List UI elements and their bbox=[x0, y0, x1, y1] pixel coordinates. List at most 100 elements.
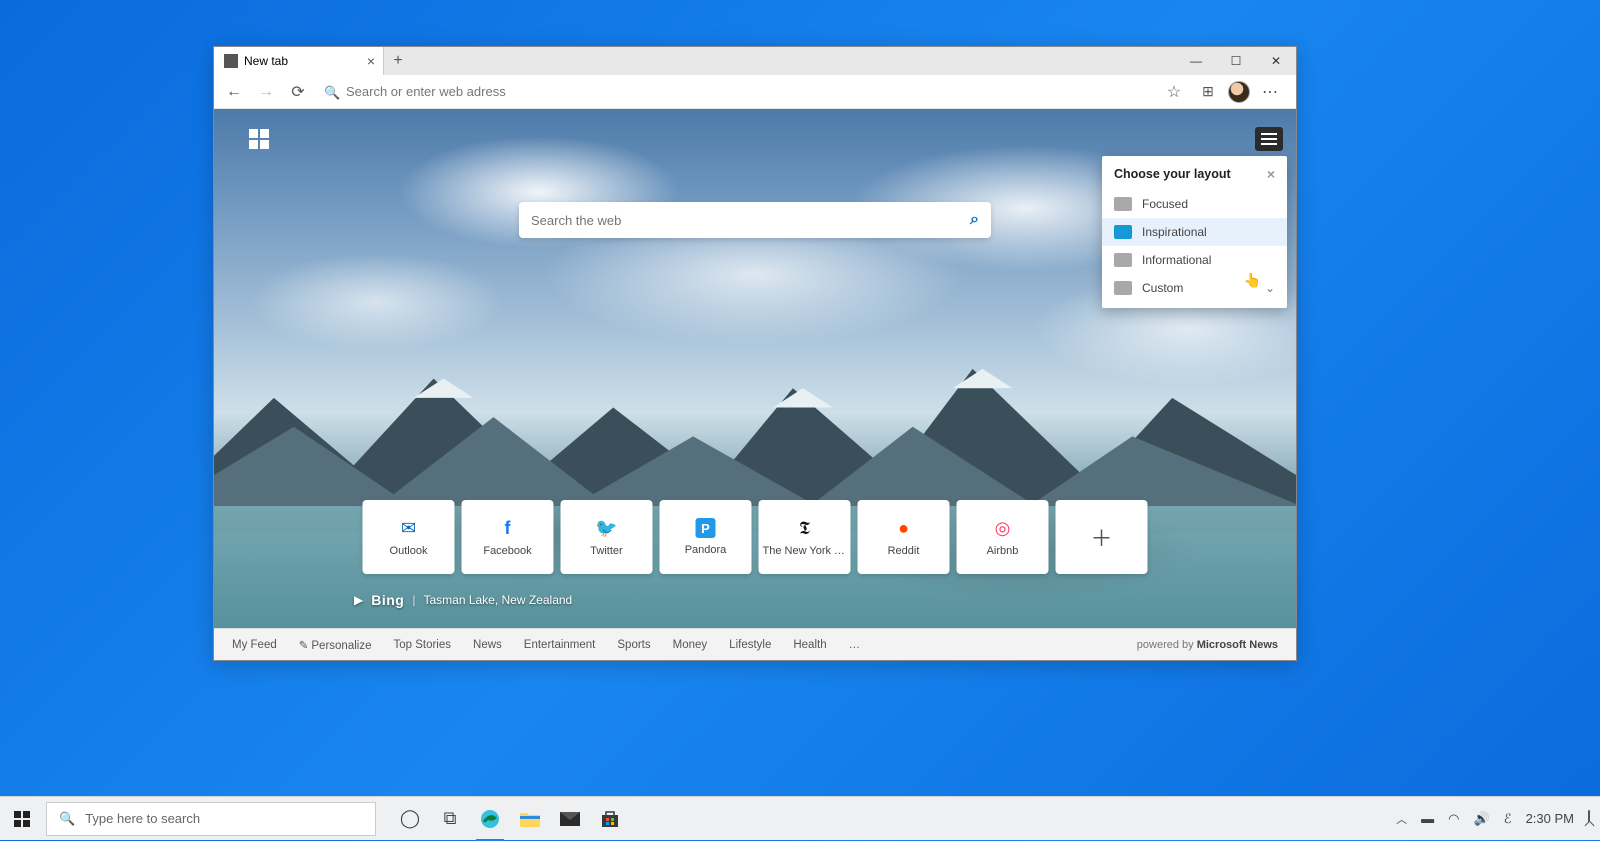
new-tab-button[interactable]: + bbox=[384, 47, 412, 75]
input-method-icon[interactable]: ℰ bbox=[1504, 811, 1512, 827]
clock[interactable]: 2:30 PM bbox=[1526, 811, 1574, 826]
tile-label: Airbnb bbox=[987, 545, 1019, 557]
outlook-icon: ✉ bbox=[398, 517, 420, 539]
tab-title: New tab bbox=[244, 54, 288, 68]
forward-button[interactable]: → bbox=[252, 78, 280, 106]
layout-option-inspirational[interactable]: Inspirational bbox=[1102, 218, 1287, 246]
page-settings-button[interactable] bbox=[1255, 127, 1283, 151]
feed-link-health[interactable]: Health bbox=[793, 639, 826, 651]
store-icon bbox=[601, 810, 619, 828]
mail-icon bbox=[560, 812, 580, 826]
windows-taskbar: 🔍 Type here to search ◯ ⧉ ︿ ▬ ◠ 🔊 ℰ 2:30… bbox=[0, 796, 1600, 840]
minimize-button[interactable]: — bbox=[1176, 47, 1216, 75]
feed-link-sports[interactable]: Sports bbox=[617, 639, 650, 651]
edge-icon bbox=[479, 808, 501, 830]
refresh-button[interactable]: ⟳ bbox=[284, 78, 312, 106]
feed-link-more[interactable]: … bbox=[849, 639, 861, 651]
wifi-icon[interactable]: ◠ bbox=[1448, 811, 1459, 827]
layout-flyout: Choose your layout × Focused Inspiration… bbox=[1102, 156, 1287, 308]
start-button[interactable] bbox=[0, 797, 44, 841]
layout-option-label: Focused bbox=[1142, 197, 1188, 211]
search-icon: 🔍 bbox=[59, 811, 75, 827]
taskbar-search-box[interactable]: 🔍 Type here to search bbox=[46, 802, 376, 836]
layout-inspirational-icon bbox=[1114, 225, 1132, 239]
tile-airbnb[interactable]: ◎ Airbnb bbox=[957, 500, 1049, 574]
tile-label: The New York Ti... bbox=[763, 545, 847, 557]
plus-icon: ＋ bbox=[1091, 526, 1113, 548]
feed-link-money[interactable]: Money bbox=[673, 639, 708, 651]
cortana-button[interactable]: ◯ bbox=[390, 797, 430, 841]
airbnb-icon: ◎ bbox=[992, 517, 1014, 539]
feed-link-lifestyle[interactable]: Lifestyle bbox=[729, 639, 771, 651]
volume-icon[interactable]: 🔊 bbox=[1474, 811, 1490, 827]
chevron-down-icon: ⌄ bbox=[1265, 281, 1275, 295]
bing-label: Bing bbox=[371, 592, 404, 608]
layout-informational-icon bbox=[1114, 253, 1132, 267]
tab-new[interactable]: New tab × bbox=[214, 47, 384, 75]
layout-flyout-title: Choose your layout bbox=[1114, 167, 1231, 181]
collections-button[interactable]: ⊞ bbox=[1194, 78, 1222, 106]
web-search-box[interactable]: ⌕ bbox=[519, 202, 991, 238]
taskbar-app-mail[interactable] bbox=[550, 797, 590, 841]
new-tab-content: ⌕ Choose your layout × Focused Inspirati… bbox=[214, 109, 1296, 660]
tile-label: Facebook bbox=[483, 545, 531, 557]
tile-outlook[interactable]: ✉ Outlook bbox=[363, 500, 455, 574]
separator: | bbox=[412, 593, 415, 607]
tile-pandora[interactable]: P Pandora bbox=[660, 500, 752, 574]
action-center-icon[interactable] bbox=[1588, 811, 1590, 826]
bing-logo-icon: ▶ bbox=[354, 593, 363, 607]
settings-menu-button[interactable]: ⋯ bbox=[1256, 78, 1284, 106]
search-icon: 🔍 bbox=[324, 85, 338, 99]
twitter-icon: 🐦 bbox=[596, 517, 618, 539]
tray-overflow-icon[interactable]: ︿ bbox=[1396, 811, 1407, 827]
web-search-icon[interactable]: ⌕ bbox=[970, 211, 979, 229]
bing-location: Tasman Lake, New Zealand bbox=[423, 593, 572, 607]
maximize-button[interactable]: ☐ bbox=[1216, 47, 1256, 75]
battery-icon[interactable]: ▬ bbox=[1421, 811, 1434, 826]
feed-link-entertainment[interactable]: Entertainment bbox=[524, 639, 596, 651]
web-search-input[interactable] bbox=[531, 213, 970, 228]
bing-attribution[interactable]: ▶ Bing | Tasman Lake, New Zealand bbox=[354, 592, 572, 608]
folder-icon bbox=[520, 811, 540, 827]
system-tray: ︿ ▬ ◠ 🔊 ℰ 2:30 PM bbox=[1386, 811, 1600, 827]
tile-twitter[interactable]: 🐦 Twitter bbox=[561, 500, 653, 574]
tile-label: Reddit bbox=[888, 545, 920, 557]
facebook-icon: f bbox=[497, 517, 519, 539]
layout-focused-icon bbox=[1114, 197, 1132, 211]
tile-facebook[interactable]: f Facebook bbox=[462, 500, 554, 574]
title-bar: New tab × + — ☐ ✕ bbox=[214, 47, 1296, 75]
layout-custom-icon bbox=[1114, 281, 1132, 295]
layout-option-label: Custom bbox=[1142, 281, 1183, 295]
tile-label: Outlook bbox=[390, 545, 428, 557]
feed-link-my-feed[interactable]: My Feed bbox=[232, 639, 277, 651]
tab-close-icon[interactable]: × bbox=[367, 53, 375, 69]
tile-nytimes[interactable]: 𝕿 The New York Ti... bbox=[759, 500, 851, 574]
layout-flyout-close-icon[interactable]: × bbox=[1267, 166, 1275, 182]
toolbar-right: ☆ ⊞ ⋯ bbox=[1160, 78, 1290, 106]
layout-flyout-header: Choose your layout × bbox=[1102, 166, 1287, 190]
window-controls: — ☐ ✕ bbox=[1176, 47, 1296, 75]
feed-link-top-stories[interactable]: Top Stories bbox=[393, 639, 451, 651]
tab-favicon-icon bbox=[224, 54, 238, 68]
tile-add[interactable]: ＋ bbox=[1056, 500, 1148, 574]
taskbar-app-edge[interactable] bbox=[470, 797, 510, 841]
reddit-icon: ● bbox=[893, 517, 915, 539]
layout-option-informational[interactable]: Informational bbox=[1102, 246, 1287, 274]
pencil-icon: ✎ bbox=[299, 640, 309, 652]
profile-avatar[interactable] bbox=[1228, 81, 1250, 103]
layout-option-focused[interactable]: Focused bbox=[1102, 190, 1287, 218]
close-button[interactable]: ✕ bbox=[1256, 47, 1296, 75]
feed-link-personalize[interactable]: ✎Personalize bbox=[299, 638, 372, 652]
quick-links-row: ✉ Outlook f Facebook 🐦 Twitter P Pandora… bbox=[363, 500, 1148, 574]
tile-reddit[interactable]: ● Reddit bbox=[858, 500, 950, 574]
taskbar-app-store[interactable] bbox=[590, 797, 630, 841]
taskbar-app-explorer[interactable] bbox=[510, 797, 550, 841]
windows-logo-icon bbox=[14, 811, 30, 827]
favorite-button[interactable]: ☆ bbox=[1160, 78, 1188, 106]
address-placeholder: Search or enter web adress bbox=[346, 84, 506, 99]
feed-link-news[interactable]: News bbox=[473, 639, 502, 651]
back-button[interactable]: ← bbox=[220, 78, 248, 106]
address-bar[interactable]: 🔍 Search or enter web adress bbox=[316, 79, 1156, 105]
task-view-button[interactable]: ⧉ bbox=[430, 797, 470, 841]
apps-grid-button[interactable] bbox=[249, 129, 269, 149]
